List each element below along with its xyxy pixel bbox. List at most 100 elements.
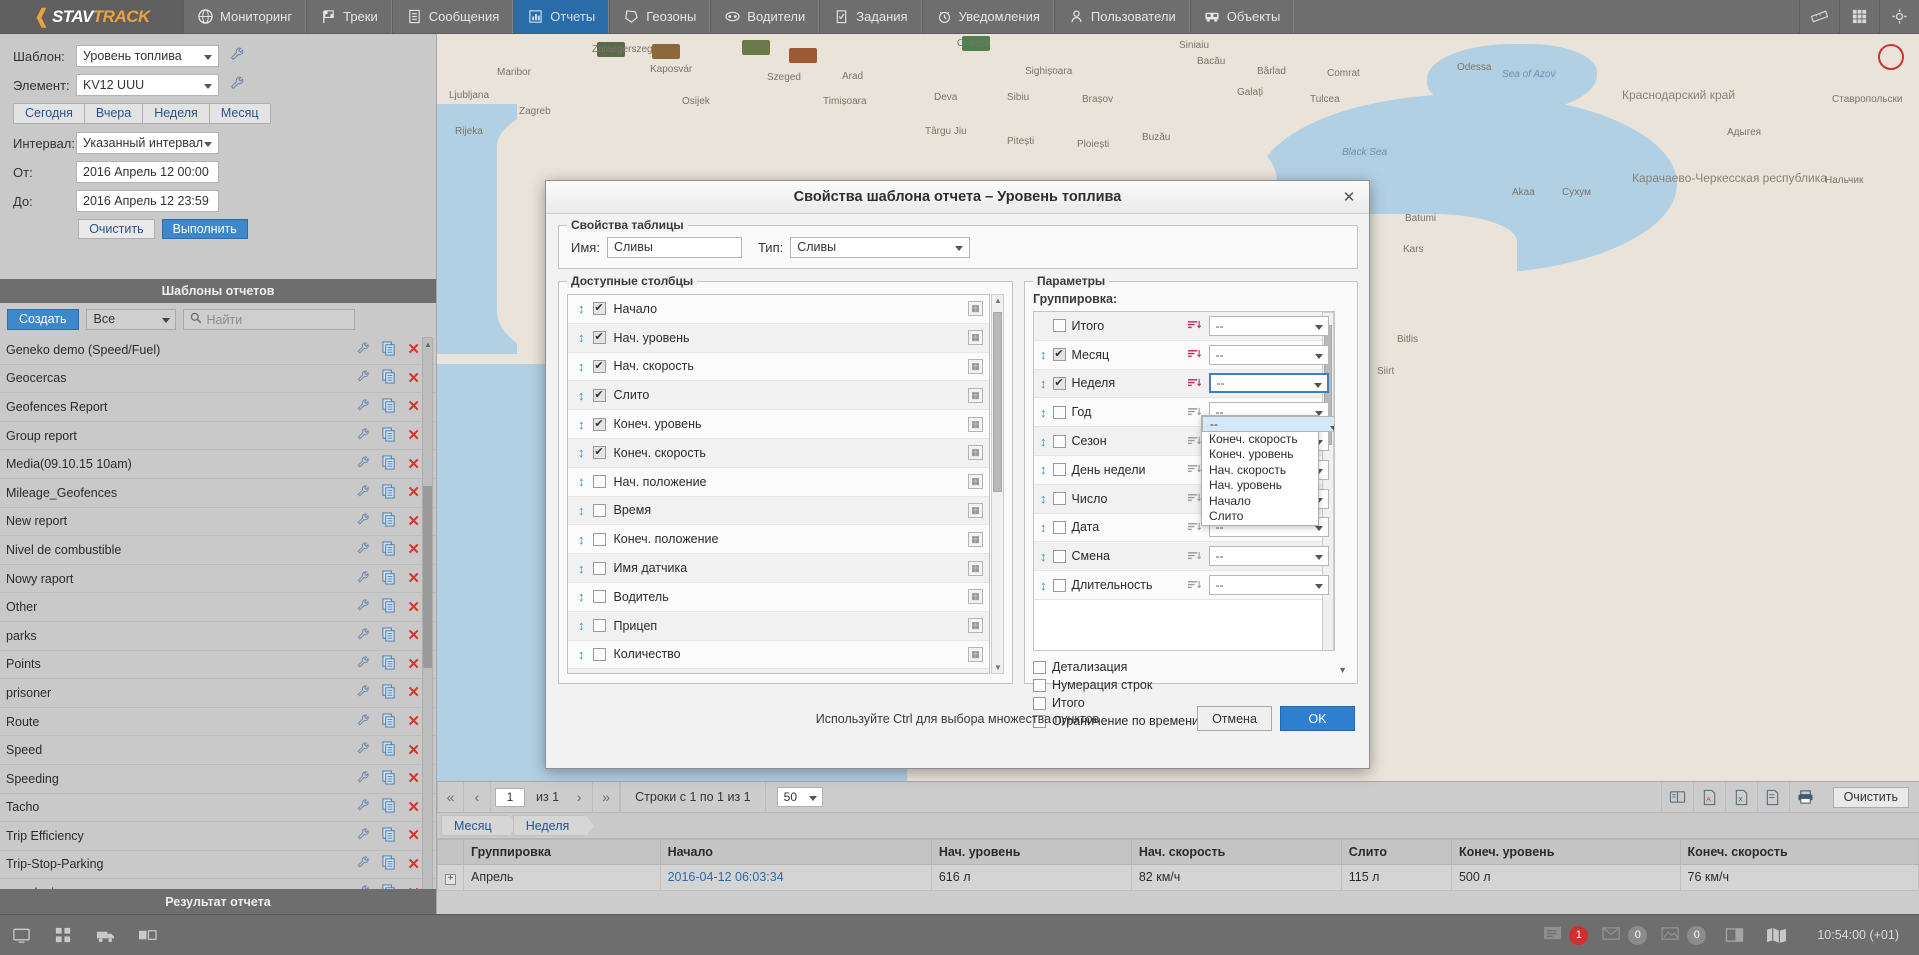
- wrench-icon[interactable]: [356, 598, 371, 616]
- scroll-up-icon[interactable]: ▲: [994, 296, 1002, 305]
- wrench-icon[interactable]: [356, 427, 371, 445]
- nav-item-tasks[interactable]: Задания: [819, 0, 921, 33]
- table-column-header[interactable]: Группировка: [464, 840, 661, 865]
- delete-icon[interactable]: ✕: [407, 428, 420, 443]
- copy-icon[interactable]: [382, 770, 396, 788]
- delete-icon[interactable]: ✕: [407, 828, 420, 843]
- column-checkbox[interactable]: [593, 648, 606, 661]
- delete-icon[interactable]: ✕: [407, 542, 420, 557]
- table-name-input[interactable]: Сливы: [607, 237, 742, 258]
- column-row[interactable]: ↕✔Нач. скорость▦: [568, 353, 989, 382]
- sort-icon[interactable]: [1186, 406, 1203, 419]
- table-cell[interactable]: 2016-04-12 06:03:34: [660, 865, 931, 891]
- chevron-right-icon[interactable]: ›: [566, 782, 593, 813]
- table-column-header[interactable]: Конеч. скорость: [1680, 840, 1918, 865]
- nav-item-objects[interactable]: Объекты: [1190, 0, 1295, 33]
- sort-icon[interactable]: [1186, 579, 1203, 592]
- wrench-icon[interactable]: [356, 570, 371, 588]
- delete-icon[interactable]: ✕: [407, 685, 420, 700]
- reorder-handle-icon[interactable]: ↕: [578, 418, 585, 431]
- reorder-handle-icon[interactable]: ↕: [578, 360, 585, 373]
- pdf-icon[interactable]: A: [1693, 782, 1725, 813]
- sort-icon[interactable]: [1186, 521, 1203, 534]
- book-icon[interactable]: [1661, 782, 1693, 813]
- available-columns-list[interactable]: ↕✔Начало▦↕✔Нач. уровень▦↕✔Нач. скорость▦…: [567, 294, 990, 674]
- grouping-checkbox[interactable]: [1053, 521, 1066, 534]
- table-column-header[interactable]: Конеч. уровень: [1451, 840, 1680, 865]
- dropdown-option[interactable]: Конеч. уровень: [1202, 447, 1318, 463]
- template-row[interactable]: Geocercas✕: [0, 365, 436, 394]
- column-settings-icon[interactable]: ▦: [968, 445, 983, 460]
- wrench-icon[interactable]: [356, 512, 371, 530]
- column-row[interactable]: ↕Нач. положение▦: [568, 468, 989, 497]
- template-row[interactable]: Speeding✕: [0, 765, 436, 794]
- delete-icon[interactable]: ✕: [407, 342, 420, 357]
- sort-icon[interactable]: [1186, 492, 1203, 505]
- template-row[interactable]: parks✕: [0, 622, 436, 651]
- dropdown-option[interactable]: Нач. уровень: [1202, 478, 1318, 494]
- reorder-handle-icon[interactable]: ↕: [1040, 521, 1047, 534]
- table-column-header[interactable]: Нач. скорость: [1131, 840, 1341, 865]
- sort-icon[interactable]: [1186, 435, 1203, 448]
- template-row[interactable]: Trip-Stop-Parking✕: [0, 851, 436, 880]
- wrench-icon[interactable]: [356, 827, 371, 845]
- close-icon[interactable]: ✕: [1339, 187, 1359, 207]
- wrench-icon[interactable]: [356, 341, 371, 359]
- excel-icon[interactable]: X: [1725, 782, 1757, 813]
- column-checkbox[interactable]: [593, 562, 606, 575]
- map-vehicle-marker[interactable]: [742, 40, 770, 55]
- wrench-icon[interactable]: [356, 713, 371, 731]
- wrench-icon[interactable]: [356, 369, 371, 387]
- grouping-value-select[interactable]: --: [1209, 316, 1330, 336]
- period-tab-2[interactable]: Неделя: [142, 103, 210, 124]
- parameter-option-checkbox[interactable]: [1033, 661, 1046, 674]
- copy-icon[interactable]: [382, 598, 396, 616]
- reorder-handle-icon[interactable]: ↕: [1040, 435, 1047, 448]
- column-settings-icon[interactable]: ▦: [968, 589, 983, 604]
- create-template-button[interactable]: Создать: [7, 309, 79, 330]
- nav-item-users[interactable]: Пользователи: [1054, 0, 1190, 33]
- delete-icon[interactable]: ✕: [407, 514, 420, 529]
- map-icon[interactable]: [1755, 915, 1797, 955]
- copy-icon[interactable]: [382, 484, 396, 502]
- column-row[interactable]: ↕✔Слито▦: [568, 381, 989, 410]
- grouping-checkbox[interactable]: [1053, 463, 1066, 476]
- nav-item-monitoring[interactable]: Мониторинг: [183, 0, 306, 33]
- reorder-handle-icon[interactable]: ↕: [578, 446, 585, 459]
- scrollbar-thumb[interactable]: [993, 312, 1002, 492]
- table-column-header[interactable]: Нач. уровень: [931, 840, 1131, 865]
- template-row[interactable]: Route✕: [0, 708, 436, 737]
- interval-select[interactable]: Указанный интервал: [76, 132, 219, 154]
- grouping-row[interactable]: ↕Длительность--: [1034, 571, 1334, 600]
- copy-icon[interactable]: [382, 455, 396, 473]
- copy-icon[interactable]: [382, 398, 396, 416]
- from-input[interactable]: 2016 Апрель 12 00:00: [76, 161, 219, 183]
- messages-notification[interactable]: 1: [1536, 925, 1595, 945]
- scrollbar-thumb[interactable]: [423, 486, 432, 668]
- table-column-header[interactable]: Слито: [1341, 840, 1451, 865]
- template-row[interactable]: Group report✕: [0, 422, 436, 451]
- grouping-row[interactable]: ↕Смена--: [1034, 542, 1334, 571]
- nav-item-reports[interactable]: Отчеты: [513, 0, 609, 33]
- column-checkbox[interactable]: [593, 533, 606, 546]
- template-row[interactable]: Nowy raport✕: [0, 565, 436, 594]
- grouping-checkbox[interactable]: [1053, 492, 1066, 505]
- wrench-icon[interactable]: [356, 684, 371, 702]
- grouping-checkbox[interactable]: ✔: [1053, 348, 1066, 361]
- template-row[interactable]: Trip Efficiency✕: [0, 822, 436, 851]
- wrench-icon[interactable]: [356, 770, 371, 788]
- grouping-value-select[interactable]: --: [1209, 546, 1330, 566]
- template-row[interactable]: Geofences Report✕: [0, 393, 436, 422]
- delete-icon[interactable]: ✕: [407, 457, 420, 472]
- reorder-handle-icon[interactable]: ↕: [1040, 463, 1047, 476]
- column-row[interactable]: ↕Счетчик▦: [568, 669, 989, 674]
- template-row[interactable]: Speed✕: [0, 736, 436, 765]
- wrench-icon[interactable]: [356, 798, 371, 816]
- grouping-checkbox[interactable]: ✔: [1053, 377, 1066, 390]
- column-checkbox[interactable]: [593, 504, 606, 517]
- printer-icon[interactable]: [1789, 782, 1821, 813]
- nav-item-geofences[interactable]: Геозоны: [609, 0, 710, 33]
- table-type-select[interactable]: Сливы: [790, 237, 970, 258]
- copy-icon[interactable]: [382, 798, 396, 816]
- image-notification[interactable]: 0: [1654, 925, 1713, 945]
